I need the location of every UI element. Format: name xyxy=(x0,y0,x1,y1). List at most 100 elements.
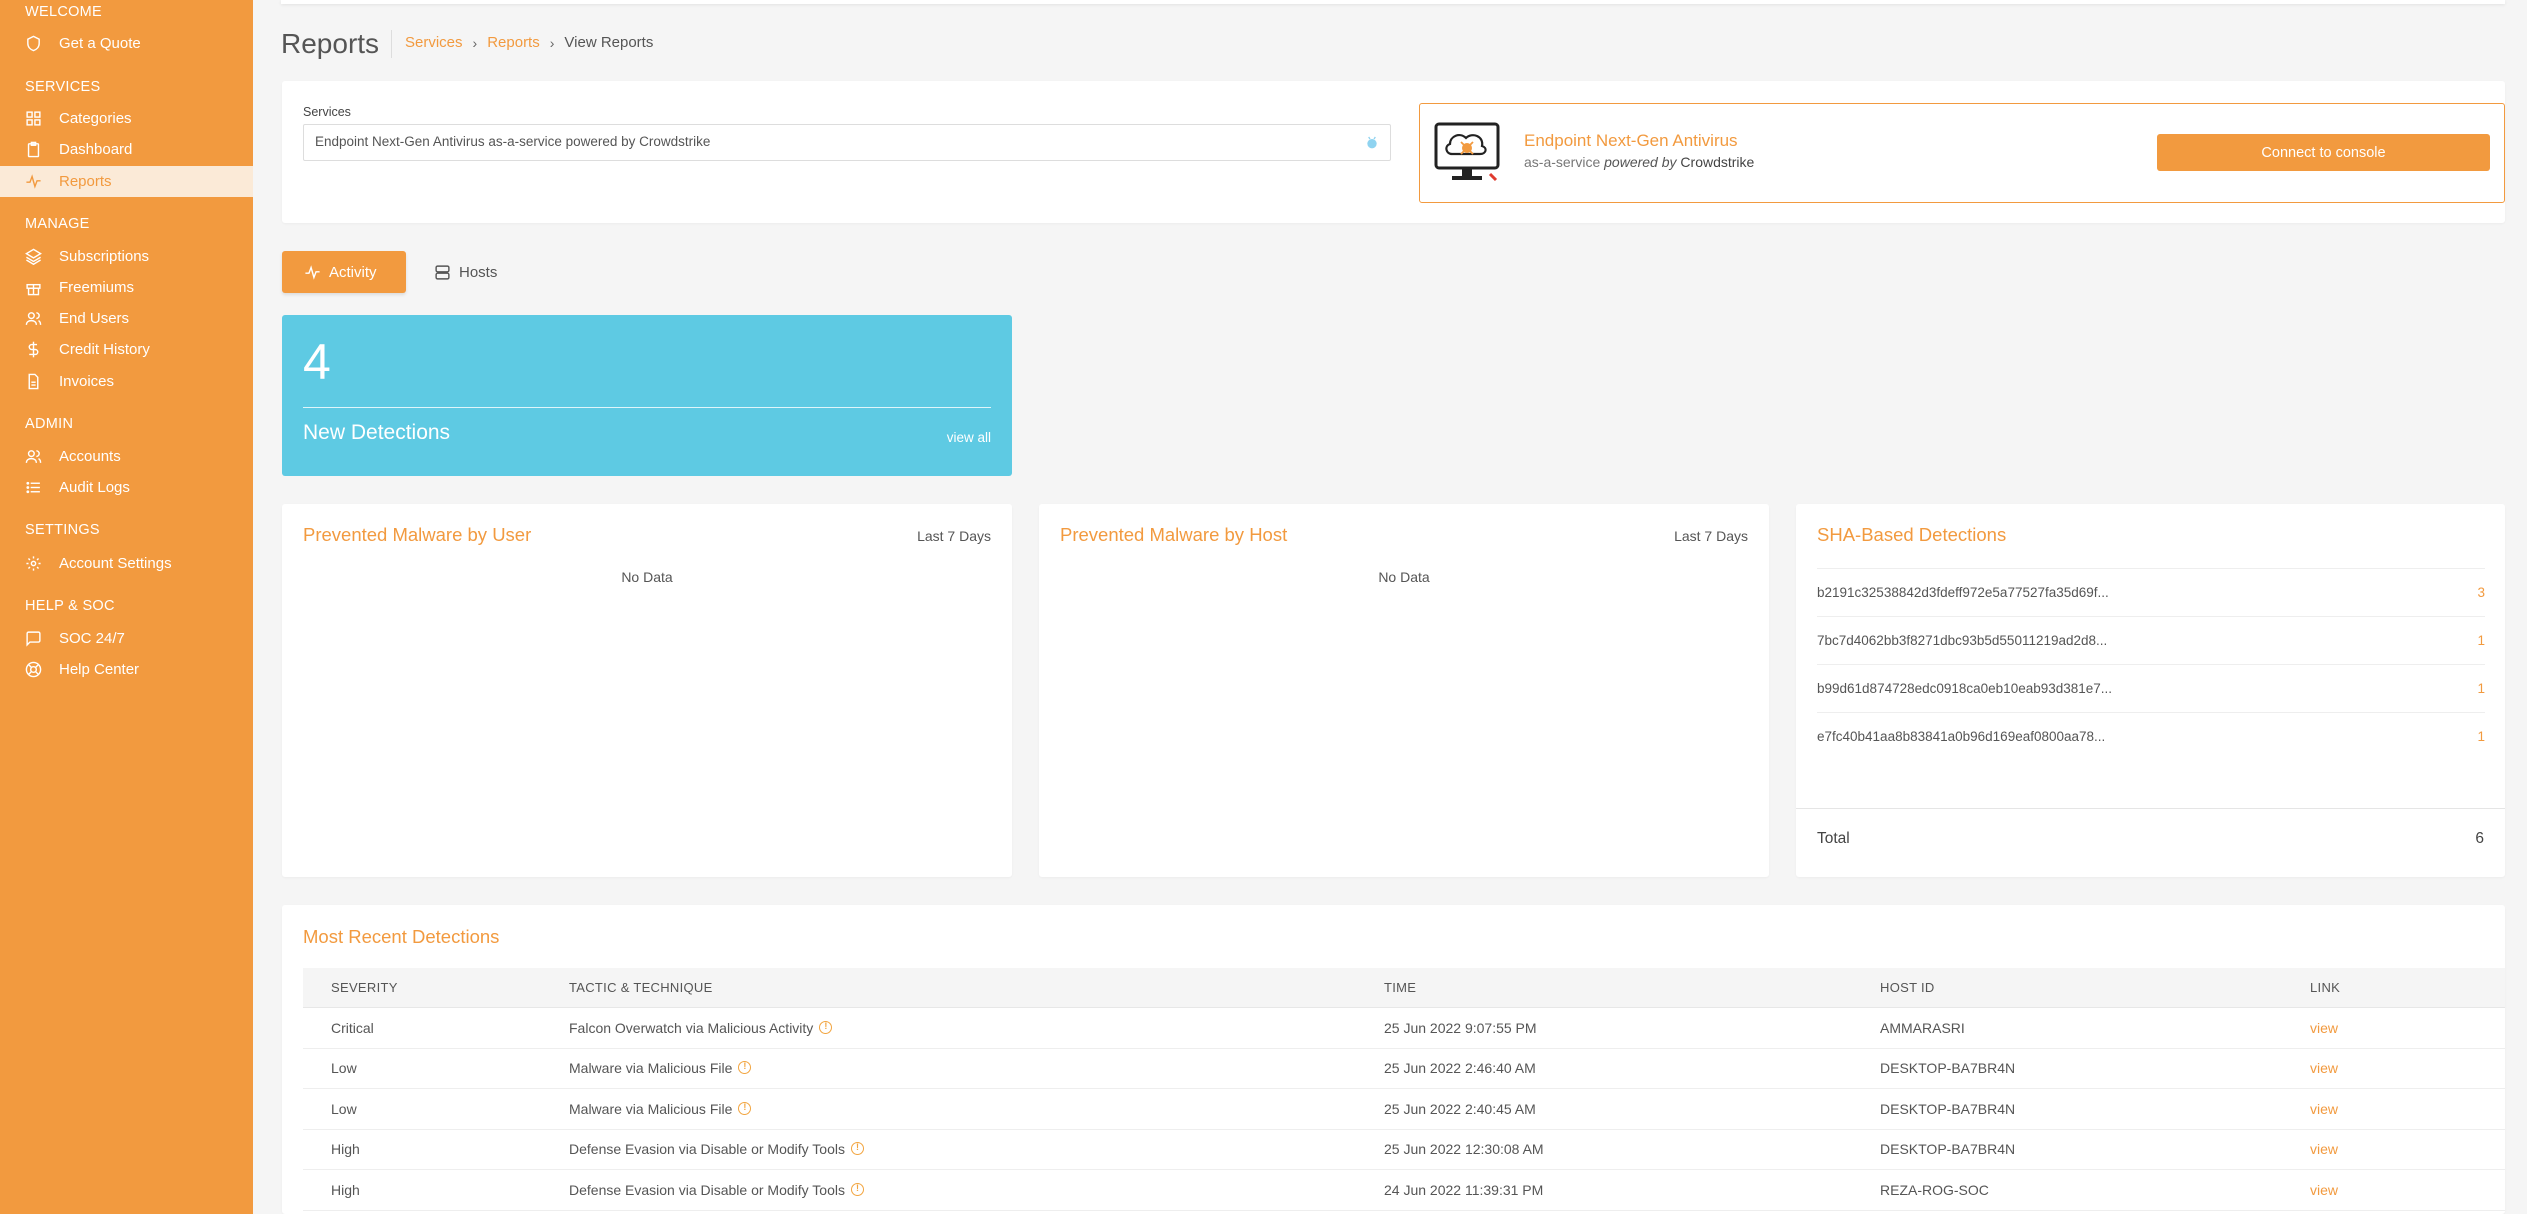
breadcrumb-current: View Reports xyxy=(564,34,654,51)
tactic-cell: Defense Evasion via Disable or Modify To… xyxy=(569,1182,1384,1198)
product-subtitle: as-a-service powered by Crowdstrike xyxy=(1524,154,1754,170)
sha-row[interactable]: 7bc7d4062bb3f8271dbc93b5d55011219ad2d8..… xyxy=(1817,616,2485,664)
sidebar-section-welcome: WELCOME xyxy=(25,4,103,20)
host-cell: REZA-ROG-SOC xyxy=(1880,1181,1989,1198)
product-title: Endpoint Next-Gen Antivirus xyxy=(1524,131,1738,150)
table-header: SEVERITY TACTIC & TECHNIQUE TIME HOST ID… xyxy=(303,968,2505,1008)
tactic-text: Defense Evasion via Disable or Modify To… xyxy=(569,1141,845,1158)
view-link[interactable]: view xyxy=(2310,1182,2505,1198)
time-cell: 25 Jun 2022 9:07:55 PM xyxy=(1384,1019,1537,1036)
view-link[interactable]: view xyxy=(2310,1060,2505,1076)
activity-icon xyxy=(25,173,42,190)
sidebar-item-help-center[interactable]: Help Center xyxy=(0,654,253,685)
sidebar-item-categories[interactable]: Categories xyxy=(0,103,253,134)
info-icon[interactable] xyxy=(738,1101,752,1115)
sidebar-item-dashboard[interactable]: Dashboard xyxy=(0,134,253,165)
new-detections-count: 4 xyxy=(303,334,331,390)
sidebar-item-label: Get a Quote xyxy=(59,35,141,52)
sha-hash: b99d61d874728edc0918ca0eb10eab93d381e7..… xyxy=(1817,681,2113,696)
view-link[interactable]: view xyxy=(2310,1020,2505,1036)
services-select-value: Endpoint Next-Gen Antivirus as-a-service… xyxy=(315,134,711,149)
column-header[interactable]: TIME xyxy=(1384,980,1880,995)
chevron-right-icon: › xyxy=(549,34,555,51)
lifebuoy-icon xyxy=(25,661,42,678)
sidebar-item-accounts[interactable]: Accounts xyxy=(0,441,253,472)
sha-row[interactable]: b2191c32538842d3fdeff972e5a77527fa35d69f… xyxy=(1817,568,2485,616)
sha-row[interactable]: e7fc40b41aa8b83841a0b96d169eaf0800aa78..… xyxy=(1817,712,2485,760)
severity-cell: Critical xyxy=(331,1019,374,1036)
sidebar-item-label: End Users xyxy=(59,310,130,327)
table-row: Critical Falcon Overwatch via Malicious … xyxy=(303,1008,2505,1049)
sha-hash: b2191c32538842d3fdeff972e5a77527fa35d69f… xyxy=(1817,585,2109,600)
breadcrumb: Services › Reports › View Reports xyxy=(405,34,653,51)
severity-cell: Low xyxy=(331,1060,357,1077)
connect-to-console-button[interactable]: Connect to console xyxy=(2157,134,2490,171)
detections-table: SEVERITY TACTIC & TECHNIQUE TIME HOST ID… xyxy=(303,968,2505,1211)
tactic-cell: Malware via Malicious File xyxy=(569,1060,1384,1076)
column-header[interactable]: TACTIC & TECHNIQUE xyxy=(569,980,1384,995)
sidebar-item-end-users[interactable]: End Users xyxy=(0,303,253,334)
view-link[interactable]: view xyxy=(2310,1101,2505,1117)
sidebar-item-label: Accounts xyxy=(59,448,121,465)
view-all-link[interactable]: view all xyxy=(947,430,991,445)
sidebar-item-freemiums[interactable]: Freemiums xyxy=(0,272,253,303)
sidebar-item-soc[interactable]: SOC 24/7 xyxy=(0,623,253,654)
sidebar-item-label: SOC 24/7 xyxy=(59,630,125,647)
time-cell: 25 Jun 2022 2:40:45 AM xyxy=(1384,1100,1536,1117)
sidebar-item-label: Credit History xyxy=(59,341,150,358)
breadcrumb-reports[interactable]: Reports xyxy=(487,34,540,51)
sidebar-item-credit-history[interactable]: Credit History xyxy=(0,334,253,365)
sidebar-section-settings: SETTINGS xyxy=(25,522,100,538)
product-summary: Endpoint Next-Gen Antivirus as-a-service… xyxy=(1419,103,2505,203)
sidebar-item-get-quote[interactable]: Get a Quote xyxy=(0,28,253,59)
column-header[interactable]: HOST ID xyxy=(1880,980,2310,995)
sha-count: 1 xyxy=(2477,681,2485,696)
sidebar-section-services: SERVICES xyxy=(25,79,101,95)
sha-count: 3 xyxy=(2477,585,2485,600)
sidebar-item-account-settings[interactable]: Account Settings xyxy=(0,548,253,579)
divider xyxy=(303,407,991,408)
services-label: Services xyxy=(303,105,351,119)
tab-hosts[interactable]: Hosts xyxy=(412,251,519,293)
panel-title: SHA-Based Detections xyxy=(1817,524,2007,545)
table-row: High Defense Evasion via Disable or Modi… xyxy=(303,1130,2505,1170)
tactic-cell: Falcon Overwatch via Malicious Activity xyxy=(569,1020,1384,1036)
tactic-text: Defense Evasion via Disable or Modify To… xyxy=(569,1181,845,1198)
product-sub-powered: powered by xyxy=(1604,154,1677,170)
sha-row[interactable]: b99d61d874728edc0918ca0eb10eab93d381e7..… xyxy=(1817,664,2485,712)
antivirus-product-icon xyxy=(1434,122,1500,182)
sidebar-item-subscriptions[interactable]: Subscriptions xyxy=(0,241,253,272)
sidebar-item-invoices[interactable]: Invoices xyxy=(0,366,253,397)
host-cell: DESKTOP-BA7BR4N xyxy=(1880,1100,2016,1117)
gear-icon xyxy=(25,555,42,572)
sidebar-section-manage: MANAGE xyxy=(25,216,90,232)
sha-count: 1 xyxy=(2477,633,2485,648)
sidebar-item-label: Subscriptions xyxy=(59,248,150,265)
view-link[interactable]: view xyxy=(2310,1141,2505,1157)
info-icon[interactable] xyxy=(738,1061,752,1075)
column-header[interactable]: SEVERITY xyxy=(303,980,569,995)
divider xyxy=(1796,808,2505,809)
services-select[interactable]: Endpoint Next-Gen Antivirus as-a-service… xyxy=(303,124,1391,161)
server-icon xyxy=(435,264,450,280)
sha-total-label: Total xyxy=(1817,830,1850,847)
breadcrumb-services[interactable]: Services xyxy=(405,34,463,51)
host-cell: DESKTOP-BA7BR4N xyxy=(1880,1141,2016,1158)
no-data-text: No Data xyxy=(621,569,673,585)
title-divider xyxy=(391,30,392,58)
sidebar-item-label: Dashboard xyxy=(59,141,133,158)
panel-title: Prevented Malware by User xyxy=(303,524,532,545)
users-icon xyxy=(25,448,42,465)
product-vendor: Crowdstrike xyxy=(1680,154,1755,170)
info-icon[interactable] xyxy=(851,1182,864,1196)
sidebar-item-reports[interactable]: Reports xyxy=(0,166,253,197)
info-icon[interactable] xyxy=(819,1020,833,1034)
time-cell: 25 Jun 2022 12:30:08 AM xyxy=(1384,1141,1544,1158)
new-detections-card: 4 New Detections view all xyxy=(282,315,1012,476)
info-icon[interactable] xyxy=(851,1142,864,1156)
file-icon xyxy=(25,373,42,390)
tab-activity[interactable]: Activity xyxy=(282,251,406,293)
sidebar-item-audit-logs[interactable]: Audit Logs xyxy=(0,472,253,503)
host-cell: AMMARASRI xyxy=(1880,1019,1965,1036)
panel-title: Most Recent Detections xyxy=(303,926,500,947)
